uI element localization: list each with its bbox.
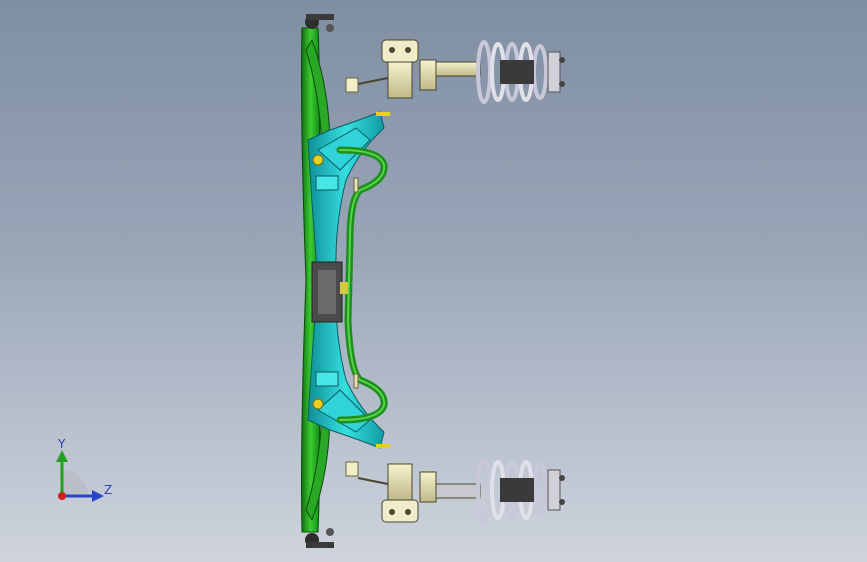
- coil-spring-bottom: [476, 458, 548, 522]
- coil-spring-top: [476, 40, 548, 104]
- suspension-assembly-model[interactable]: [0, 0, 867, 562]
- graphics-viewport[interactable]: Y Z: [0, 0, 867, 562]
- strut-assembly-top[interactable]: [357, 39, 565, 104]
- y-axis-label: Y: [57, 438, 66, 451]
- z-axis-label: Z: [104, 483, 112, 497]
- steering-gear-housing[interactable]: [311, 261, 348, 323]
- view-orientation-triad: Y Z: [56, 438, 112, 502]
- strut-assembly-bottom[interactable]: [357, 458, 565, 523]
- origin-point: [58, 492, 66, 500]
